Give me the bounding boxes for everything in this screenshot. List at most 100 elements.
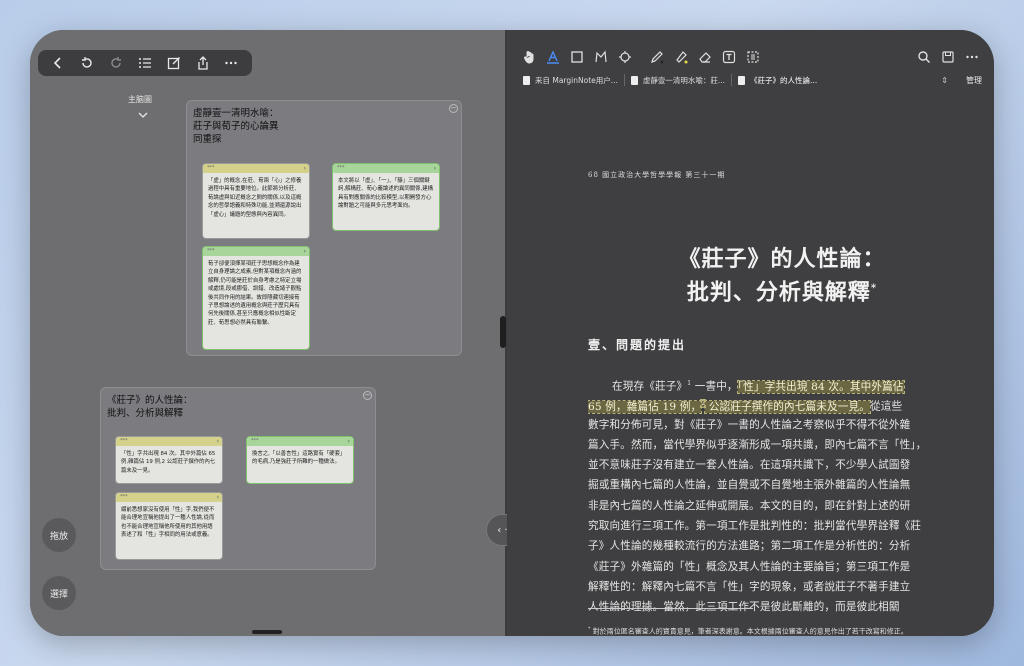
tab-label: 虛靜壹一清明水喻：莊... (642, 75, 726, 85)
text-run: 在現存《莊子》 (612, 380, 688, 393)
back-icon[interactable] (48, 53, 68, 73)
title-line-2: 批判、分析與解釋* (637, 274, 927, 307)
title-text: 批判、分析與解釋 (686, 279, 871, 306)
body-line: 解釋性的：解釋內七篇不言「性」字的現象，或者說莊子不著手建立 (588, 580, 911, 593)
save-icon[interactable] (936, 45, 960, 69)
mindmap-node-1[interactable]: − 虛靜壹一清明水喻： 莊子與荀子的心論異 同重探 *** › 「虛」的概念,在莊… (186, 100, 462, 356)
lasso-icon[interactable] (589, 45, 613, 69)
document-icon (523, 75, 530, 85)
sort-icon[interactable]: ⇕ (941, 76, 948, 85)
note-head-mark: *** (207, 248, 215, 254)
chevron-right-icon[interactable]: › (217, 493, 219, 502)
split-view-handle[interactable] (500, 316, 506, 348)
share-icon[interactable] (193, 53, 213, 73)
home-indicator (252, 630, 282, 634)
tab-xujing[interactable]: 虛靜壹一清明水喻：莊... (625, 70, 731, 90)
note-card[interactable]: *** › 綴前悉想家沒有使用「性」字,我們便不能合理地宣稱他提出了一種人性論,從… (115, 492, 223, 560)
highlighted-text[interactable]: 65 例，雜篇佔 19 例， (588, 399, 703, 414)
document-pane[interactable]: 来自 MarginNote用户... 虛靜壹一清明水喻：莊... 《莊子》的人性… (507, 30, 994, 636)
frame-icon[interactable] (741, 45, 765, 69)
body-line: 篇入手。然而，當代學界似乎逐漸形成一項共識，即內七篇不言「性」， (588, 438, 927, 451)
body-line: 數字和分佈可見，對《莊子》一書的人性論之考察似乎不得不從外雜 (588, 418, 911, 431)
note-header: *** › (203, 164, 309, 173)
note-header: *** › (116, 437, 222, 446)
edit-icon[interactable] (164, 53, 184, 73)
highlighter-icon[interactable] (669, 45, 693, 69)
note-card[interactable]: *** › 荀子卻便須揮某項莊子思想概念作為建立自身理論之成素,但對某項概念內涵的… (202, 246, 310, 350)
document-page[interactable]: 68 國立政治大學哲學學報 第三十一期 《莊子》的人性論： 批判、分析與解釋 * … (507, 90, 994, 636)
mindmap-node-2[interactable]: − 《莊子》的人性論： 批判、分析與解釋 *** › 「性」字共出現 84 次。其… (100, 387, 376, 570)
hand-icon[interactable] (517, 45, 541, 69)
note-text: 荀子卻便須揮某項莊子思想概念作為建立自身理論之成素,但對某項概念內涵的解釋,仍可… (208, 261, 302, 326)
collapse-icon[interactable]: − (363, 391, 372, 400)
chevron-down-icon[interactable] (138, 104, 148, 123)
running-header: 68 國立政治大學哲學學報 第三十一期 (588, 171, 726, 179)
body-line: 《莊子》外雜篇的「性」概念及其人性論的主要論旨；第三項工作是 (588, 560, 911, 573)
paper-title: 《莊子》的人性論： 批判、分析與解釋* (637, 244, 927, 307)
redo-icon[interactable] (106, 53, 126, 73)
rect-select-icon[interactable] (565, 45, 589, 69)
more-icon[interactable] (221, 53, 241, 73)
document-tabs: 来自 MarginNote用户... 虛靜壹一清明水喻：莊... 《莊子》的人性… (507, 70, 994, 90)
chevron-right-icon[interactable]: › (217, 437, 219, 446)
title-footnote-mark: * (870, 283, 878, 294)
note-head-mark: *** (120, 438, 128, 444)
note-header: *** › (203, 247, 309, 256)
search-icon[interactable] (912, 45, 936, 69)
select-mode-button[interactable]: 選擇 (42, 576, 76, 610)
more-icon[interactable] (960, 45, 984, 69)
text-run: 一書中， (691, 380, 738, 393)
drag-mode-button[interactable]: 拖放 (42, 518, 76, 552)
text-highlight-icon[interactable] (541, 45, 565, 69)
highlighted-text[interactable]: 「性」字共出現 84 次。其中外篇佔 (736, 379, 905, 394)
highlighted-text[interactable]: 公認莊子撰作的內七篇未及一見。 (704, 399, 871, 414)
note-card[interactable]: *** › 本文將以「虛」、「一」、「靜」三個關鍵詞,解構莊、荀心義論述的異同關係… (332, 163, 440, 231)
collapse-icon[interactable]: − (449, 104, 458, 113)
body-line: 並不意味莊子沒有建立一套人性論。在這項共識下，不少學人試圖發 (588, 459, 911, 472)
note-text: 換言之,「以善言性」這路實有「硬套」的毛病,乃是強莊子所難的一種做法。 (252, 451, 346, 466)
body-line: 在現存《莊子》1 一書中，「性」字共出現 84 次。其中外篇佔 (588, 374, 933, 394)
body-paragraph[interactable]: 在現存《莊子》1 一書中，「性」字共出現 84 次。其中外篇佔 65 例，雜篇佔… (588, 374, 933, 618)
title-line-1: 《莊子》的人性論： (678, 246, 886, 272)
note-card[interactable]: *** › 「虛」的概念,在莊、荀兩「心」之修養過程中具有重要地位。此節將分析莊、… (202, 163, 310, 239)
note-text: 「性」字共出現 84 次。其中外篇佔 65 例,雜篇佔 19 例,2 公認莊子撰… (121, 451, 216, 474)
chevron-right-icon[interactable]: › (304, 164, 306, 173)
body-line: 非是內七篇的人性論之延伸或開展。本文的目的，即在針對上述的研 (588, 499, 911, 512)
node-title: 《莊子》的人性論： 批判、分析與解釋 (107, 395, 193, 419)
annotation-toolbar (507, 44, 994, 70)
tab-marginnote[interactable]: 来自 MarginNote用户... (517, 70, 624, 90)
textbox-icon[interactable] (717, 45, 741, 69)
manage-button[interactable]: 管理 (966, 75, 982, 86)
note-text: 本文將以「虛」、「一」、「靜」三個關鍵詞,解構莊、荀心義論述的異同關係,建構具有… (338, 178, 434, 210)
chevron-right-icon[interactable]: › (304, 247, 306, 256)
chevron-right-icon[interactable]: › (348, 437, 350, 446)
note-head-mark: *** (251, 438, 259, 444)
footnote-divider (588, 608, 753, 609)
text-run: 從這些 (869, 400, 903, 413)
tab-zhuangzi[interactable]: 《莊子》的人性論... (732, 70, 823, 90)
section-heading: 壹、問題的提出 (588, 338, 687, 352)
node-title: 虛靜壹一清明水喻： 莊子與荀子的心論異 同重探 (193, 108, 279, 145)
note-header: *** › (333, 164, 439, 173)
undo-icon[interactable] (77, 53, 97, 73)
document-icon (738, 75, 746, 85)
footnote-text: 對於兩位匿名審查人的寶貴意見，筆者深表謝意。本文根據兩位審查人的意見作出了若干改… (592, 627, 908, 636)
tab-label: 《莊子》的人性論... (750, 75, 818, 85)
note-header: *** › (116, 493, 222, 502)
chevron-right-icon[interactable]: › (434, 164, 436, 173)
footnote: * 對於兩位匿名審查人的寶貴意見，筆者深表謝意。本文根據兩位審查人的意見作出了若… (588, 623, 933, 636)
note-head-mark: *** (207, 165, 215, 171)
eraser-icon[interactable] (693, 45, 717, 69)
body-line: 究取向進行三項工作。第一項工作是批判性的：批判當代學界詮釋《莊 (588, 520, 922, 533)
note-card[interactable]: *** › 「性」字共出現 84 次。其中外篇佔 65 例,雜篇佔 19 例,2 … (115, 436, 223, 484)
note-head-mark: *** (120, 494, 128, 500)
note-text: 「虛」的概念,在莊、荀兩「心」之修養過程中具有重要地位。此節將分析莊、荀論虛與如… (208, 178, 302, 218)
pen-icon[interactable] (645, 45, 669, 69)
body-line: 子》人性論的幾種較流行的方法進路；第二項工作是分析性的：分析 (588, 540, 911, 553)
note-card[interactable]: *** › 換言之,「以善言性」這路實有「硬套」的毛病,乃是強莊子所難的一種做法。 (246, 436, 354, 484)
ocr-icon[interactable] (613, 45, 637, 69)
body-line: 65 例，雜篇佔 19 例，2 公認莊子撰作的內七篇未及一見。從這些 (588, 394, 933, 414)
note-header: *** › (247, 437, 353, 446)
outline-list-icon[interactable] (135, 53, 155, 73)
mindmap-pane[interactable]: 主脑圖 − 虛靜壹一清明水喻： 莊子與荀子的心論異 同重探 *** › 「虛」的概… (30, 30, 505, 636)
